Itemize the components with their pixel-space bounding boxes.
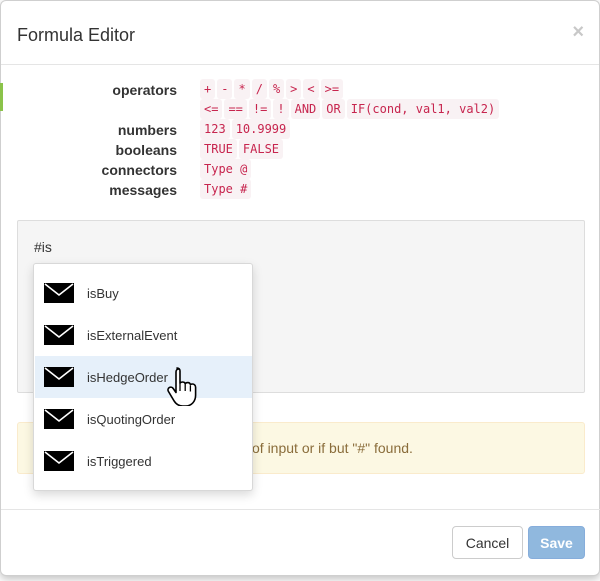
syntax-token: < xyxy=(303,79,319,99)
syntax-row: messages Type # xyxy=(1,179,600,199)
syntax-token: + xyxy=(200,79,216,99)
autocomplete-item-label: isTriggered xyxy=(87,454,152,469)
syntax-row: operators + - * /% > < >= xyxy=(1,79,600,99)
syntax-row: numbers 123 10.9999 xyxy=(1,119,600,139)
autocomplete-item[interactable]: isHedgeOrder xyxy=(35,356,252,398)
save-button[interactable]: Save xyxy=(528,526,585,559)
syntax-token: FALSE xyxy=(238,139,284,159)
syntax-row: <= == !=! AND OR IF(cond, val1, val2) xyxy=(1,99,600,119)
autocomplete-item[interactable]: isTriggered xyxy=(35,440,252,482)
syntax-tokens: 123 10.9999 xyxy=(200,119,292,139)
syntax-token: - xyxy=(217,79,233,99)
autocomplete-item[interactable]: isQuotingOrder xyxy=(35,398,252,440)
syntax-label: connectors xyxy=(101,162,177,178)
autocomplete-item-label: isQuotingOrder xyxy=(87,412,176,427)
syntax-tokens: Type @ xyxy=(200,159,253,179)
syntax-token: Type @ xyxy=(200,159,252,179)
envelope-icon xyxy=(44,325,74,345)
syntax-token: <= xyxy=(200,99,223,119)
syntax-token: 10.9999 xyxy=(231,119,291,139)
envelope-icon xyxy=(44,283,74,303)
syntax-token: > xyxy=(286,79,302,99)
dialog-footer: Cancel Save xyxy=(1,509,600,577)
dialog-title: Formula Editor xyxy=(17,25,136,45)
syntax-token: / xyxy=(251,79,267,99)
envelope-icon xyxy=(44,451,74,471)
dialog-header: Formula Editor × xyxy=(1,1,599,65)
syntax-tokens: <= == !=! AND OR IF(cond, val1, val2) xyxy=(200,99,501,119)
syntax-token: != xyxy=(248,99,272,119)
syntax-row: booleans TRUE FALSE xyxy=(1,139,600,159)
syntax-token: ! xyxy=(273,99,289,119)
autocomplete-item[interactable]: isBuy xyxy=(35,272,252,314)
syntax-token: Type # xyxy=(200,179,252,199)
cancel-button[interactable]: Cancel xyxy=(452,526,523,559)
syntax-label: messages xyxy=(109,182,177,198)
syntax-token: == xyxy=(224,99,247,119)
syntax-label: numbers xyxy=(117,122,177,138)
formula-input-value: #is xyxy=(34,239,52,255)
syntax-token: IF(cond, val1, val2) xyxy=(346,99,500,119)
alert-message: of input or if but "#" found. xyxy=(252,440,413,456)
autocomplete-item-label: isBuy xyxy=(87,286,119,301)
syntax-row: connectors Type @ xyxy=(1,159,600,179)
autocomplete-item[interactable]: isExternalEvent xyxy=(35,314,252,356)
syntax-token: >= xyxy=(320,79,344,99)
syntax-tokens: + - * /% > < >= xyxy=(200,79,345,99)
autocomplete-item-label: isExternalEvent xyxy=(87,328,178,343)
autocomplete-dropdown: isBuy isExternalEvent isHedgeOrder isQuotin… xyxy=(33,263,253,491)
syntax-token: AND xyxy=(290,99,321,119)
close-icon[interactable]: × xyxy=(572,21,584,44)
syntax-token: % xyxy=(268,79,285,99)
syntax-tokens: TRUE FALSE xyxy=(200,139,285,159)
envelope-icon xyxy=(44,409,74,429)
syntax-token: TRUE xyxy=(200,139,237,159)
autocomplete-item-label: isHedgeOrder xyxy=(87,370,168,385)
syntax-token: * xyxy=(234,79,250,99)
syntax-label: operators xyxy=(112,82,177,98)
syntax-token: 123 xyxy=(200,119,230,139)
syntax-label: booleans xyxy=(115,142,177,158)
syntax-tokens: Type # xyxy=(200,179,253,199)
syntax-token: OR xyxy=(322,99,345,119)
envelope-icon xyxy=(44,367,74,387)
